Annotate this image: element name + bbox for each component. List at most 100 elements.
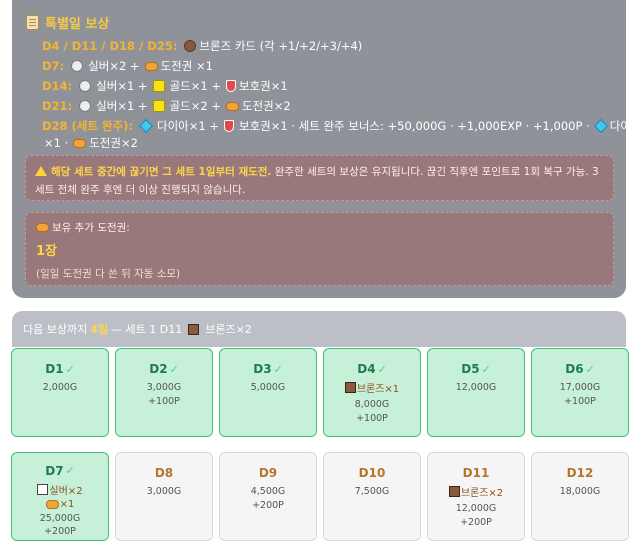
silver-card-icon xyxy=(37,483,49,495)
reward-line-d14: D14: 실버×1 + 골드×1 + 보호권×1 xyxy=(42,78,288,94)
day-gold: 25,000G xyxy=(39,512,81,524)
day-point: +100P xyxy=(148,396,180,407)
day-cell-d5[interactable]: D5 ✓ 12,000G xyxy=(427,348,525,437)
reward-line-text: 보호권×1 · 세트 완주 보너스: +50,000G · +1,000EXP … xyxy=(238,119,590,133)
check-icon: ✓ xyxy=(377,362,387,376)
check-icon: ✓ xyxy=(65,464,75,477)
reward-line-text: 다이아 xyxy=(609,119,636,133)
ticket-icon xyxy=(225,101,239,111)
scroll-icon xyxy=(26,15,39,30)
day-item: 브론즈×2 xyxy=(428,484,524,499)
day-item: ×1 xyxy=(12,499,108,510)
next-reward-item: 브론즈×2 xyxy=(205,323,252,336)
ticket-icon xyxy=(73,138,87,148)
day-gold: 5,000G xyxy=(250,382,286,393)
ticket-icon xyxy=(144,61,158,71)
silver-coin-icon xyxy=(79,80,92,92)
day-gold: 8,000G xyxy=(354,399,390,410)
reward-line-text: 골드×1 + xyxy=(169,79,221,93)
bronze-card-icon xyxy=(184,40,197,52)
day-point: +200P xyxy=(460,516,492,528)
day-label: D5 xyxy=(461,362,480,376)
ticket-icon xyxy=(45,499,59,509)
gold-box-icon xyxy=(152,80,165,92)
day-point: +200P xyxy=(44,525,76,537)
extra-ticket-label: 보유 추가 도전권: xyxy=(52,222,130,234)
day-gold: 12,000G xyxy=(455,382,497,393)
reward-line-d7: D7: 실버×2 + 도전권 ×1 xyxy=(42,58,213,74)
day-cell-d9[interactable]: D9 4,500G +200P xyxy=(219,451,317,541)
day-point: +100P xyxy=(564,396,596,407)
reward-line-text: 다이아×1 + xyxy=(157,119,219,133)
check-icon: ✓ xyxy=(585,362,595,376)
attendance-day-grid: D1 ✓ 2,000G D2 ✓ 3,000G +100P D3 ✓ 5,000G D… xyxy=(11,348,629,549)
day-cell-d7[interactable]: D7 ✓ 실버×2 ×1 25,000G +200P xyxy=(11,451,109,541)
day-cell-d10[interactable]: D10 7,500G xyxy=(323,451,421,541)
day-item-text: 브론즈×1 xyxy=(356,384,400,395)
special-rewards-header: 특별일 보상 xyxy=(26,13,109,32)
day-label: D11 xyxy=(462,465,490,480)
reward-line-text: 실버×1 + xyxy=(96,99,148,113)
reward-line-text: 실버×2 + xyxy=(88,59,140,73)
day-cell-d2[interactable]: D2 ✓ 3,000G +100P xyxy=(115,348,213,437)
day-label: D10 xyxy=(358,465,386,480)
reward-line-d28: D28 (세트 완주): 다이아×1 + 보호권×1 · 세트 완주 보너스: … xyxy=(42,118,636,134)
day-point: +100P xyxy=(356,413,388,424)
next-reward-prefix: 다음 보상까지 xyxy=(23,323,88,336)
day-cell-d8[interactable]: D8 3,000G xyxy=(115,451,213,541)
shield-icon xyxy=(223,120,234,132)
day-gold: 12,000G xyxy=(455,502,497,514)
check-icon: ✓ xyxy=(273,362,283,376)
silver-coin-icon xyxy=(71,60,84,72)
reset-warning-box: 해당 세트 중간에 끊기면 그 세트 1일부터 재도전. 완주한 세트의 보상은… xyxy=(25,155,614,201)
day-gold: 3,000G xyxy=(146,485,182,497)
reward-line-text: 보호권×1 xyxy=(238,79,288,93)
next-reward-target: — 세트 1 D11 xyxy=(111,323,183,336)
day-cell-d12[interactable]: D12 18,000G xyxy=(531,451,629,541)
check-icon: ✓ xyxy=(481,362,491,376)
day-cell-d6[interactable]: D6 ✓ 17,000G +100P xyxy=(531,348,629,437)
reward-line-text: 도전권 ×1 xyxy=(160,59,213,73)
check-icon: ✓ xyxy=(169,362,179,376)
ticket-icon xyxy=(36,223,49,232)
day-label: D2 xyxy=(149,362,168,376)
reward-line-d4: D4 / D11 / D18 / D25: 브론즈 카드 (각 +1/+2/+3… xyxy=(42,38,362,54)
reward-line-text: 골드×2 + xyxy=(169,99,221,113)
gold-box-icon xyxy=(152,100,165,112)
next-reward-bar: 다음 보상까지 4일 — 세트 1 D11 브론즈×2 xyxy=(12,311,626,347)
reward-line-label: D21: xyxy=(42,99,73,113)
extra-ticket-header: 보유 추가 도전권: xyxy=(36,220,603,235)
extra-ticket-box: 보유 추가 도전권: 1장 (일일 도전권 다 쓴 뒤 자동 소모) xyxy=(25,212,614,286)
bronze-card-icon xyxy=(188,323,200,335)
reward-line-d21: D21: 실버×1 + 골드×2 + 도전권×2 xyxy=(42,98,291,114)
reward-line-label: D4 / D11 / D18 / D25: xyxy=(42,39,178,53)
day-item-text: 브론즈×2 xyxy=(460,487,504,499)
day-item-text: 실버×2 xyxy=(49,485,83,497)
day-item: 실버×2 xyxy=(12,482,108,497)
extra-ticket-count: 1장 xyxy=(36,244,58,259)
bronze-card-icon xyxy=(344,382,356,393)
day-gold: 7,500G xyxy=(354,485,390,497)
day-cell-d4[interactable]: D4 ✓ 브론즈×1 8,000G +100P xyxy=(323,348,421,437)
day-cell-d3[interactable]: D3 ✓ 5,000G xyxy=(219,348,317,437)
reward-line-label: D14: xyxy=(42,79,73,93)
day-label: D8 xyxy=(154,465,174,480)
bronze-card-icon xyxy=(448,485,460,497)
reward-line-text: 브론즈 카드 (각 +1/+2/+3/+4) xyxy=(199,39,363,53)
diamond-icon xyxy=(138,118,154,134)
day-cell-d11[interactable]: D11 브론즈×2 12,000G +200P xyxy=(427,451,525,541)
check-icon: ✓ xyxy=(65,362,75,376)
day-gold: 4,500G xyxy=(250,485,286,497)
next-reward-days: 4일 xyxy=(90,323,108,336)
special-rewards-panel: 특별일 보상 D4 / D11 / D18 / D25: 브론즈 카드 (각 +… xyxy=(12,0,636,298)
reward-line-text: 실버×1 + xyxy=(96,79,148,93)
day-point: +200P xyxy=(252,499,284,511)
warning-strong-text: 해당 세트 중간에 끊기면 그 세트 1일부터 재도전. xyxy=(51,166,272,178)
reward-line-text: 도전권×2 xyxy=(89,136,138,150)
reward-line-label: D28 (세트 완주): xyxy=(42,119,133,133)
day-cell-d1[interactable]: D1 ✓ 2,000G xyxy=(11,348,109,437)
day-item: 브론즈×1 xyxy=(324,380,420,395)
extra-ticket-note: (일일 도전권 다 쓴 뒤 자동 소모) xyxy=(36,268,181,280)
day-gold: 2,000G xyxy=(42,382,78,393)
day-gold: 18,000G xyxy=(559,485,601,497)
